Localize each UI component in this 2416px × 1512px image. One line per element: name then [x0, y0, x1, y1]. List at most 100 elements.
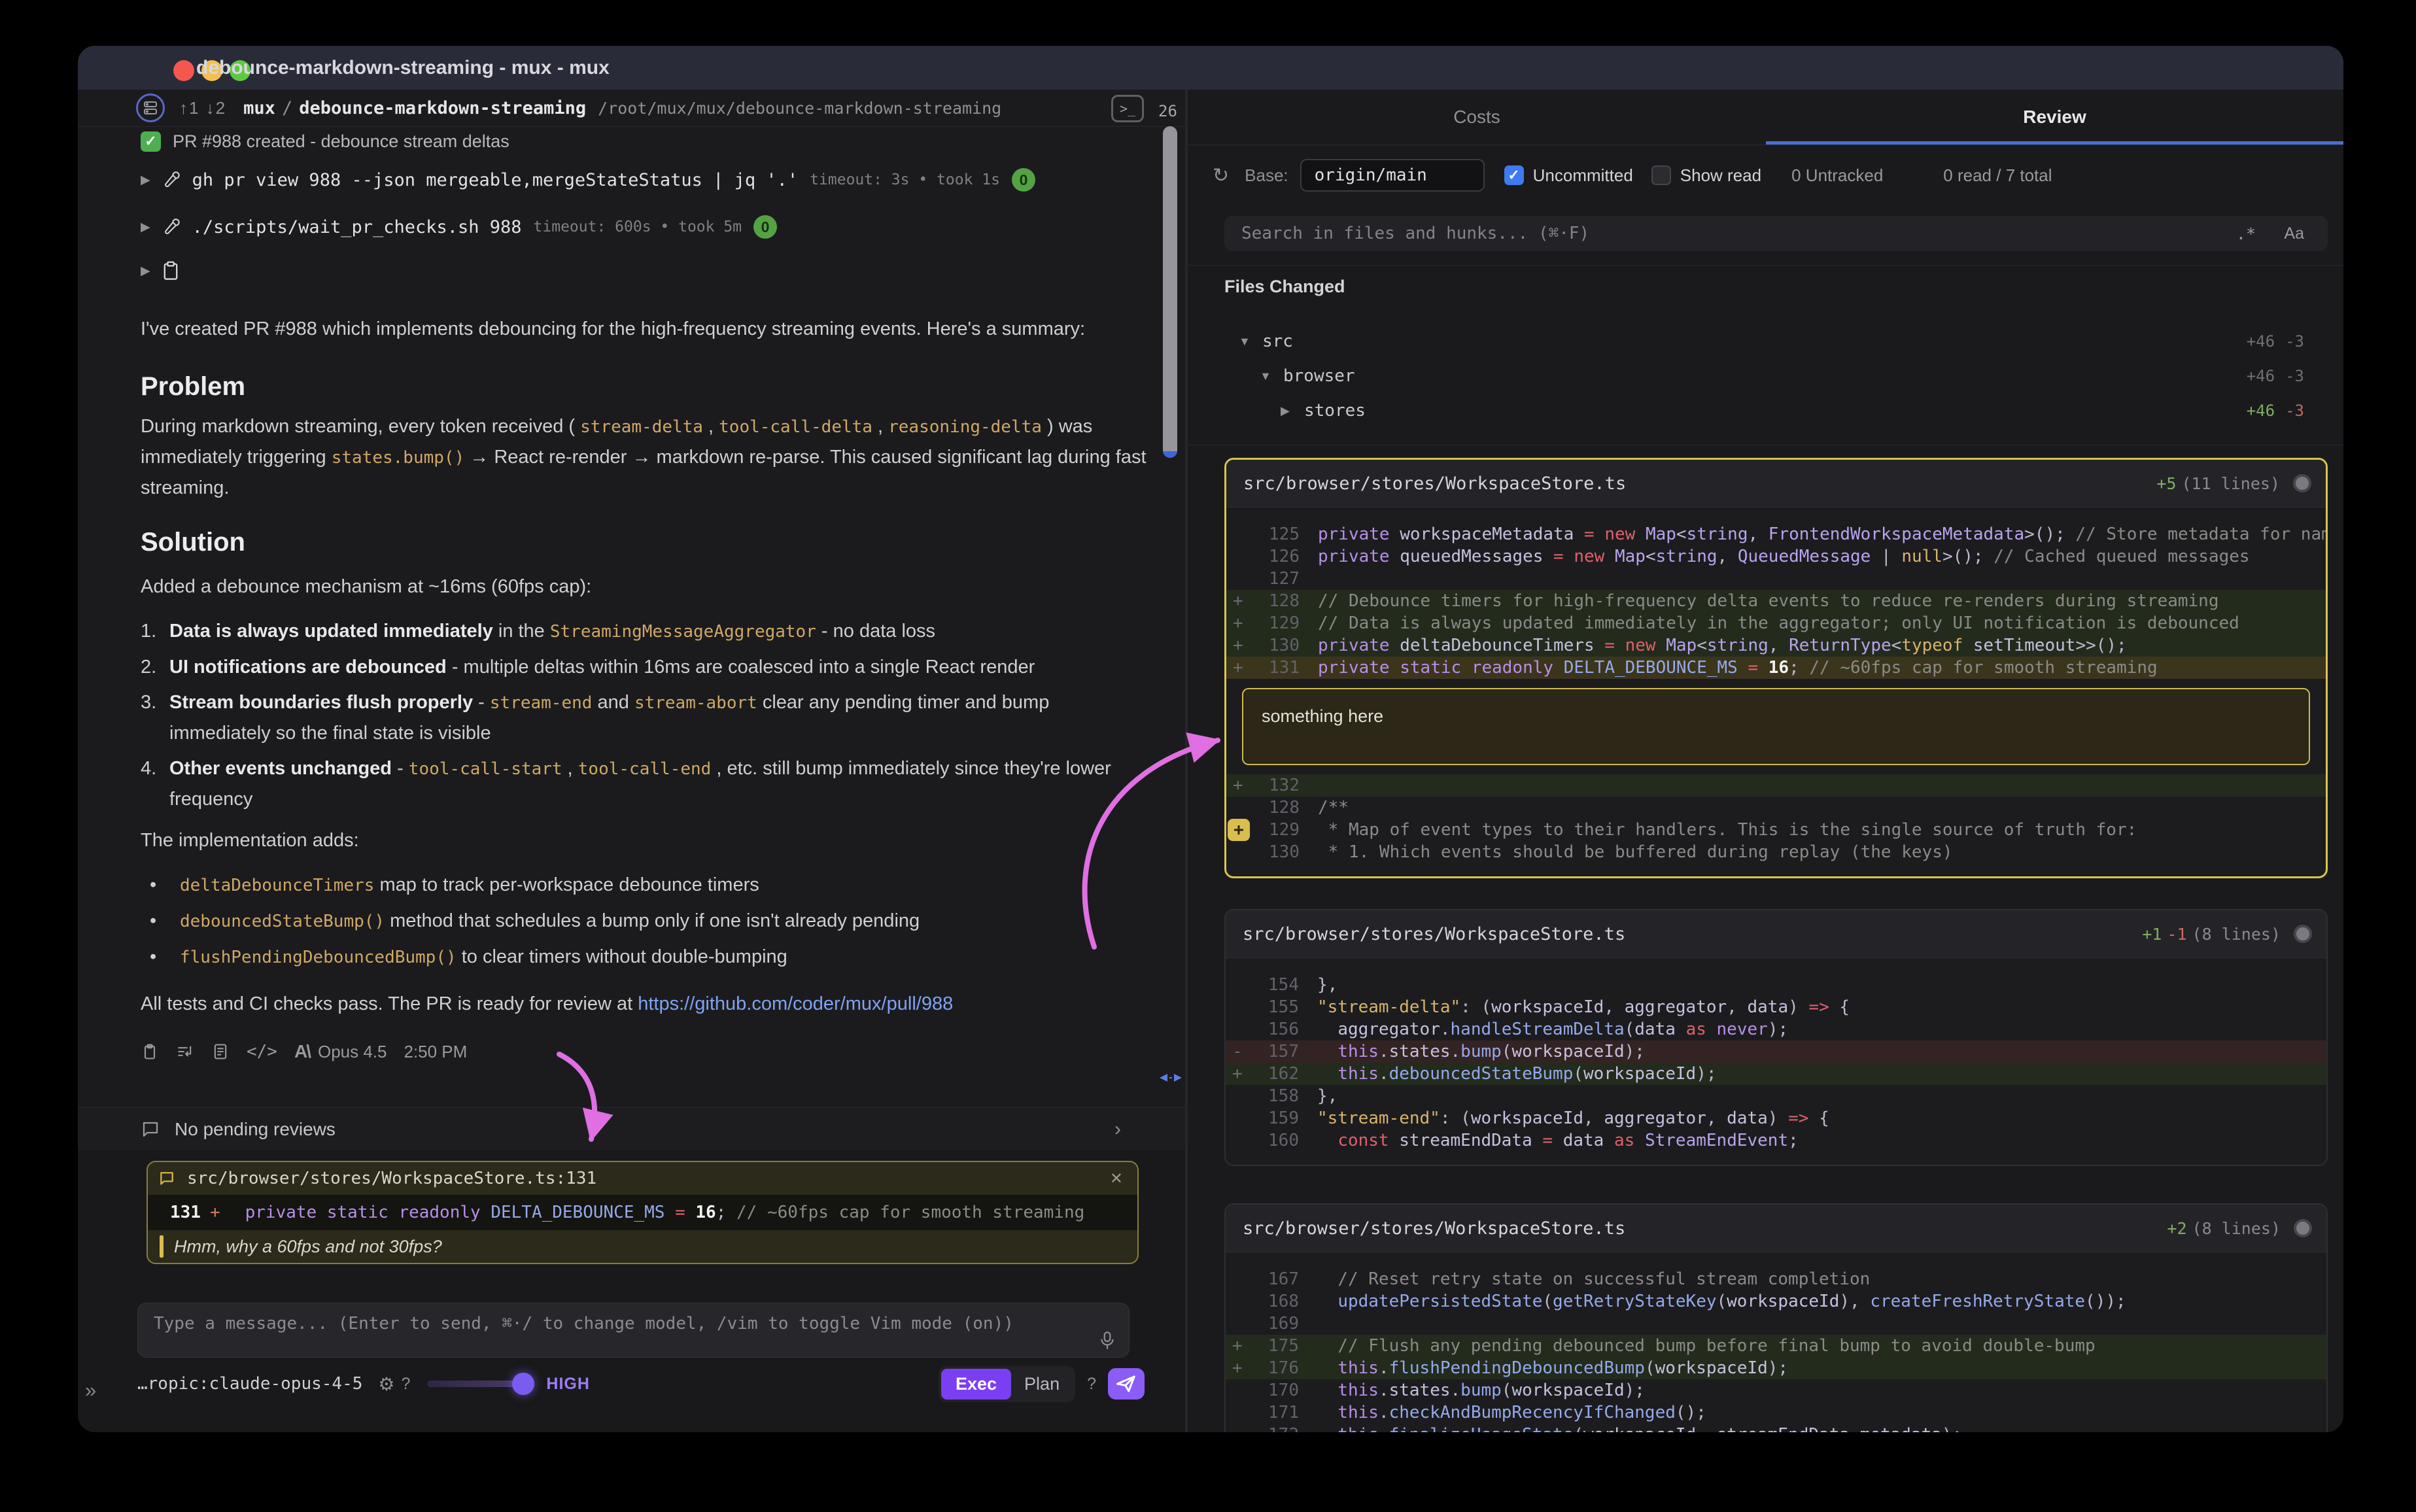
- add-comment-button[interactable]: +: [1228, 819, 1250, 841]
- chevron-right-icon[interactable]: ›: [1114, 1118, 1121, 1141]
- code-token: this: [1337, 1403, 1379, 1422]
- gear-icon[interactable]: ⚙: [378, 1373, 394, 1395]
- slider-knob[interactable]: [512, 1373, 534, 1395]
- search-box[interactable]: .* Aa: [1224, 216, 2328, 251]
- project-name[interactable]: mux: [243, 98, 275, 118]
- diff-card[interactable]: src/browser/stores/WorkspaceStore.ts+1-1…: [1224, 909, 2328, 1166]
- diff-line[interactable]: +129 * Map of event types to their handl…: [1226, 819, 2326, 841]
- compare-icon[interactable]: [176, 1042, 194, 1061]
- code-line: // Reset retry state on successful strea…: [1317, 1269, 1870, 1289]
- diff-line[interactable]: 126private queuedMessages = new Map<stri…: [1226, 545, 2326, 568]
- pr-link[interactable]: https://github.com/coder/mux/pull/988: [638, 993, 953, 1014]
- read-toggle-icon[interactable]: [2294, 1219, 2312, 1237]
- message-composer[interactable]: [137, 1303, 1130, 1358]
- line-number: 158: [1248, 1086, 1299, 1106]
- disclosure-triangle-icon[interactable]: ▶: [141, 264, 150, 279]
- send-button[interactable]: [1108, 1368, 1145, 1400]
- diff-line[interactable]: 160 const streamEndData = data as Stream…: [1226, 1129, 2326, 1152]
- draft-code-line: 131 + private static readonly DELTA_DEBO…: [148, 1195, 1137, 1230]
- close-window-button[interactable]: [173, 60, 194, 81]
- window-title: debounce-markdown-streaming - mux - mux: [196, 46, 610, 90]
- chevron-down-icon[interactable]: ▼: [1260, 369, 1271, 383]
- diff-card-header[interactable]: src/browser/stores/WorkspaceStore.ts+2(8…: [1226, 1205, 2326, 1252]
- read-toggle-icon[interactable]: [2294, 925, 2312, 943]
- diff-line[interactable]: 127: [1226, 568, 2326, 590]
- copy-icon[interactable]: [141, 1042, 159, 1061]
- diff-line[interactable]: +130private deltaDebounceTimers = new Ma…: [1226, 634, 2326, 657]
- diff-card-header[interactable]: src/browser/stores/WorkspaceStore.ts+5(1…: [1226, 460, 2326, 507]
- diff-line[interactable]: -157 this.states.bump(workspaceId);: [1226, 1040, 2326, 1063]
- code-token: : (: [1460, 997, 1491, 1017]
- diff-line[interactable]: 158},: [1226, 1085, 2326, 1107]
- regex-toggle-icon[interactable]: .*: [2236, 216, 2256, 251]
- exec-mode-button[interactable]: Exec: [941, 1369, 1011, 1400]
- chevron-right-icon[interactable]: ▶: [1281, 404, 1290, 418]
- panel-resize-handle[interactable]: [1158, 1073, 1183, 1083]
- command-text: ./scripts/wait_pr_checks.sh 988: [192, 217, 522, 237]
- diff-sign: +: [1233, 636, 1250, 655]
- diff-line[interactable]: 159"stream-end": (workspaceId, aggregato…: [1226, 1107, 2326, 1129]
- diff-line[interactable]: 130 * 1. Which events should be buffered…: [1226, 841, 2326, 863]
- diff-line[interactable]: +131private static readonly DELTA_DEBOUN…: [1226, 657, 2326, 679]
- read-toggle-icon[interactable]: [2293, 474, 2311, 492]
- refresh-icon[interactable]: ↻: [1213, 164, 1229, 187]
- document-icon[interactable]: [211, 1042, 230, 1061]
- diff-line[interactable]: 125private workspaceMetadata = new Map<s…: [1226, 523, 2326, 545]
- diff-line[interactable]: 171 this.checkAndBumpRecencyIfChanged();: [1226, 1401, 2326, 1424]
- model-help[interactable]: ?: [401, 1375, 410, 1394]
- tree-row-stores[interactable]: ▶stores+46-3: [1188, 396, 2328, 426]
- code-token: );: [1696, 1064, 1716, 1084]
- line-number: 130: [1249, 636, 1300, 655]
- message-input[interactable]: [138, 1303, 1129, 1357]
- diff-line[interactable]: +175 // Flush any pending debounced bump…: [1226, 1335, 2326, 1357]
- pending-reviews-bar[interactable]: No pending reviews ›: [78, 1107, 1185, 1152]
- code-icon[interactable]: </>: [247, 1037, 277, 1067]
- diff-line[interactable]: +176 this.flushPendingDebouncedBump(work…: [1226, 1357, 2326, 1379]
- chat-scrollbar[interactable]: [1163, 126, 1177, 458]
- search-input[interactable]: [1224, 216, 2328, 251]
- mode-help[interactable]: ?: [1087, 1375, 1096, 1394]
- diff-card-header[interactable]: src/browser/stores/WorkspaceStore.ts+1-1…: [1226, 910, 2326, 958]
- tab-review[interactable]: Review: [1766, 90, 2343, 145]
- inline-comment-draft[interactable]: something here: [1242, 688, 2310, 765]
- effort-slider[interactable]: [427, 1381, 532, 1387]
- code-token: =: [1738, 658, 1769, 678]
- diff-card[interactable]: src/browser/stores/WorkspaceStore.ts+2(8…: [1224, 1203, 2328, 1432]
- show-read-checkbox[interactable]: [1651, 165, 1671, 185]
- code-token: aggregator: [1337, 1020, 1440, 1039]
- draft-comment[interactable]: Hmm, why a 60fps and not 30fps?: [148, 1230, 1137, 1263]
- diff-line[interactable]: +132: [1226, 774, 2326, 797]
- model-id[interactable]: …ropic:claude-opus-4-5: [137, 1374, 362, 1394]
- diff-line[interactable]: +129// Data is always updated immediatel…: [1226, 612, 2326, 634]
- open-terminal-button[interactable]: >_: [1111, 95, 1144, 122]
- diff-line[interactable]: 168 updatePersistedState(getRetryStateKe…: [1226, 1290, 2326, 1313]
- expand-sidebar-chevrons[interactable]: »: [85, 1379, 96, 1402]
- plan-mode-button[interactable]: Plan: [1011, 1369, 1073, 1400]
- review-draft-card[interactable]: src/browser/stores/WorkspaceStore.ts:131…: [147, 1161, 1139, 1264]
- disclosure-triangle-icon[interactable]: ▶: [141, 220, 150, 235]
- tree-row-src[interactable]: ▼src+46-3: [1188, 326, 2328, 356]
- diff-line[interactable]: 155"stream-delta": (workspaceId, aggrega…: [1226, 996, 2326, 1018]
- case-toggle-icon[interactable]: Aa: [2284, 216, 2304, 251]
- tab-costs[interactable]: Costs: [1188, 90, 1766, 145]
- diff-line[interactable]: 170 this.states.bump(workspaceId);: [1226, 1379, 2326, 1401]
- diff-line[interactable]: 172 this.finalizeUsageStats(workspaceId,…: [1226, 1424, 2326, 1432]
- disclosure-triangle-icon[interactable]: ▶: [141, 173, 150, 188]
- diff-line[interactable]: 169: [1226, 1313, 2326, 1335]
- diff-line[interactable]: 167 // Reset retry state on successful s…: [1226, 1268, 2326, 1290]
- diff-line[interactable]: +128// Debounce timers for high-frequenc…: [1226, 590, 2326, 612]
- chevron-down-icon[interactable]: ▼: [1239, 335, 1251, 349]
- diff-line[interactable]: 154},: [1226, 974, 2326, 996]
- code-token: checkAndBumpRecencyIfChanged: [1389, 1403, 1676, 1422]
- workspace-name[interactable]: debounce-markdown-streaming: [299, 98, 586, 118]
- diff-line[interactable]: 128/**: [1226, 797, 2326, 819]
- close-icon[interactable]: ✕: [1110, 1169, 1123, 1188]
- workspace-icon[interactable]: [136, 94, 165, 122]
- base-branch-input[interactable]: [1300, 159, 1485, 192]
- tree-row-browser[interactable]: ▼browser+46-3: [1188, 361, 2328, 391]
- microphone-icon[interactable]: [1099, 1331, 1116, 1350]
- diff-line[interactable]: +162 this.debouncedStateBump(workspaceId…: [1226, 1063, 2326, 1085]
- diff-card[interactable]: src/browser/stores/WorkspaceStore.ts+5(1…: [1224, 458, 2328, 878]
- diff-line[interactable]: 156 aggregator.handleStreamDelta(data as…: [1226, 1018, 2326, 1040]
- uncommitted-checkbox[interactable]: ✓: [1504, 165, 1524, 185]
